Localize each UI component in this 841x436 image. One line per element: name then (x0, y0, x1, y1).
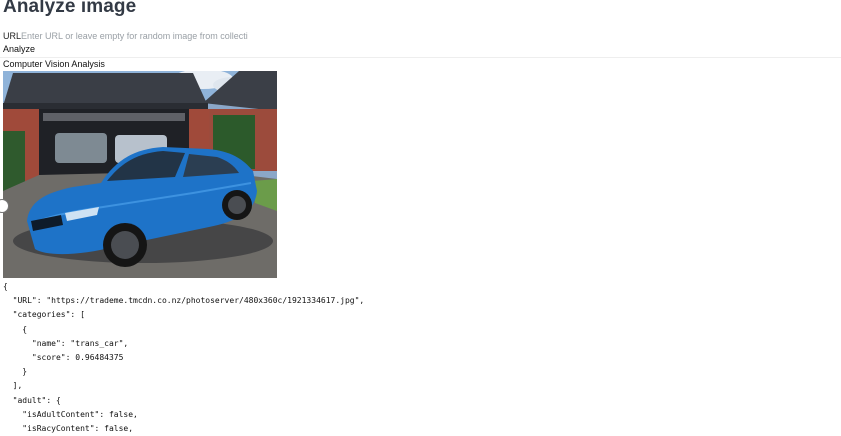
url-row: URL (3, 30, 250, 42)
analysis-heading: Computer Vision Analysis (3, 59, 105, 69)
page-title: Analyze image (3, 0, 137, 17)
analysis-json-output: { "URL": "https://trademe.tmcdn.co.nz/ph… (3, 282, 365, 434)
url-input[interactable] (21, 31, 250, 41)
analyze-button[interactable]: Analyze (3, 44, 35, 54)
divider (0, 57, 841, 58)
url-label: URL (3, 31, 22, 41)
car-photo-illustration (3, 71, 277, 278)
analyzed-image (3, 71, 277, 278)
